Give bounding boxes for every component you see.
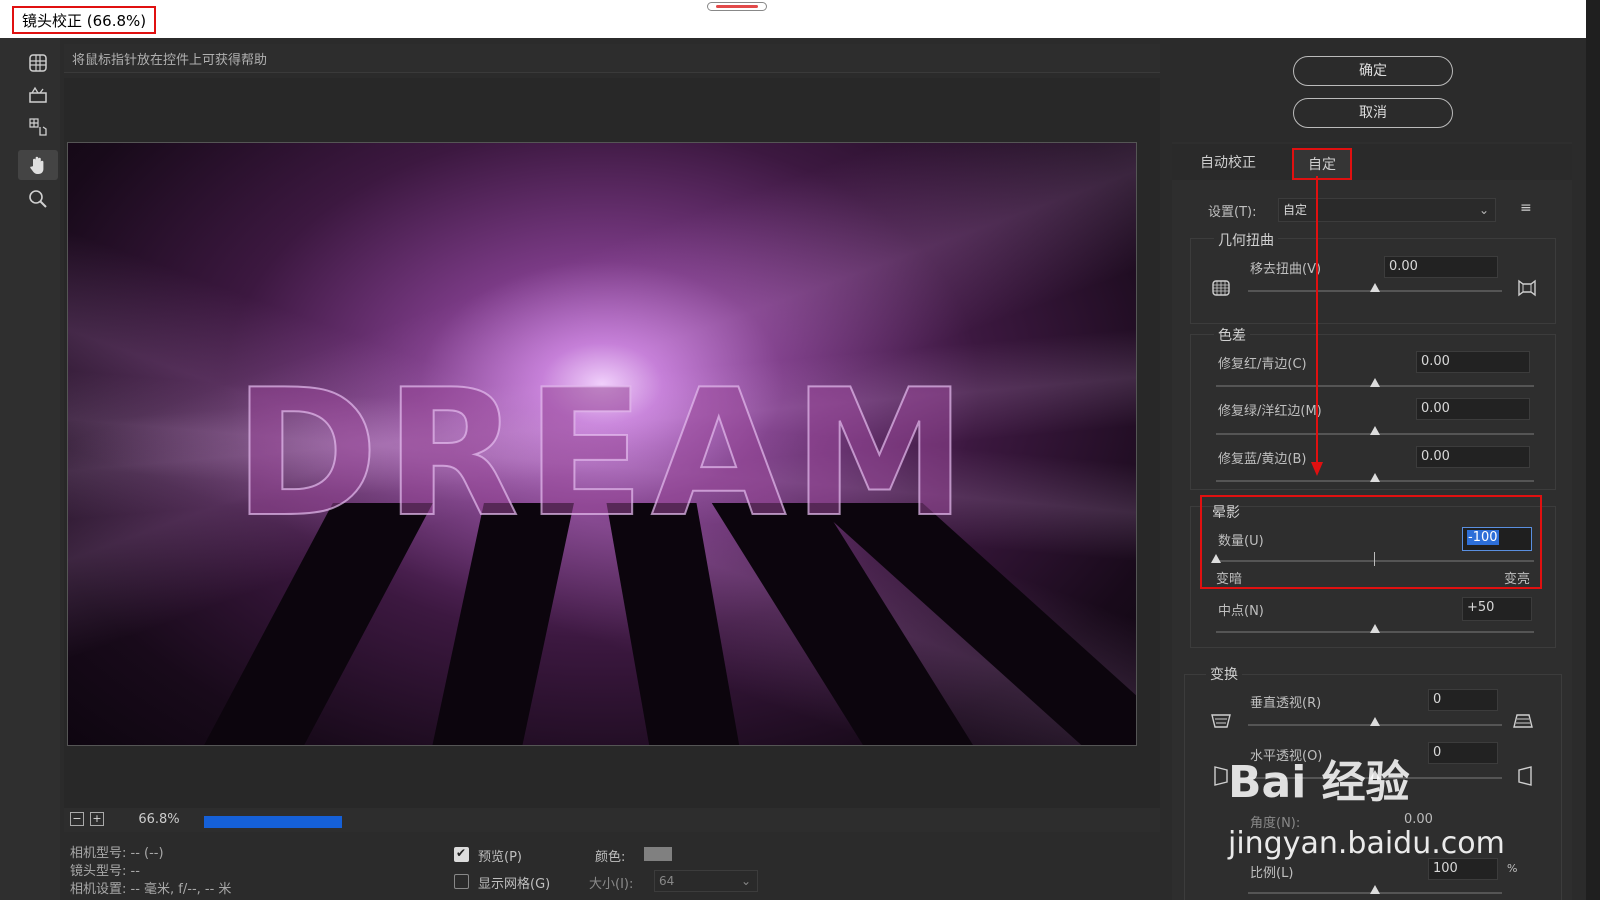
grid-color-swatch[interactable] xyxy=(644,847,672,861)
horizontal-perspective-input[interactable]: 0 xyxy=(1428,742,1498,764)
fix-red-cyan-input[interactable]: 0.00 xyxy=(1416,351,1530,373)
fix-red-cyan-label: 修复红/青边(C) xyxy=(1218,357,1307,372)
preview-checkbox[interactable] xyxy=(454,846,469,862)
title-bar: 镜头校正 (66.8%) xyxy=(0,0,1586,38)
grid-size-select[interactable]: 64 ⌄ xyxy=(654,870,758,892)
baidu-watermark-url: jingyan.baidu.com xyxy=(1228,826,1505,861)
vignette-title: 晕影 xyxy=(1212,505,1240,521)
midpoint-thumb[interactable] xyxy=(1370,624,1380,633)
window-title: 镜头校正 (66.8%) xyxy=(12,6,157,34)
scale-thumb[interactable] xyxy=(1370,885,1380,894)
tool-strip xyxy=(0,38,60,900)
cancel-button[interactable]: 取消 xyxy=(1293,98,1453,128)
annotation-arrow-line xyxy=(1316,176,1318,466)
zoom-bar: − + 66.8% ⌄ xyxy=(64,808,1160,832)
straighten-tool-icon[interactable] xyxy=(18,80,58,110)
camera-model: 相机型号: -- (--) xyxy=(70,846,164,861)
show-grid-checkbox[interactable] xyxy=(454,874,469,889)
scale-input[interactable]: 100 xyxy=(1428,858,1498,880)
remove-distortion-thumb[interactable] xyxy=(1370,283,1380,292)
vertical-perspective-input[interactable]: 0 xyxy=(1428,689,1498,711)
settings-value: 自定 xyxy=(1283,203,1308,217)
move-grid-tool-icon[interactable] xyxy=(18,112,58,142)
zoom-value[interactable]: 66.8% xyxy=(124,810,194,829)
size-label: 大小(I): xyxy=(589,877,634,892)
dream-text: DREAM xyxy=(232,352,973,557)
settings-select[interactable]: 自定 ⌄ xyxy=(1278,198,1496,222)
zoom-in-button[interactable]: + xyxy=(90,812,104,826)
chevron-down-icon: ⌄ xyxy=(740,874,751,888)
annotation-arrow-head xyxy=(1311,462,1323,476)
vignette-amount-thumb[interactable] xyxy=(1211,554,1221,563)
horizontal-perspective-right-icon[interactable] xyxy=(1516,765,1534,791)
geometry-group xyxy=(1190,238,1556,324)
vignette-amount-input[interactable]: -100 xyxy=(1462,527,1532,551)
remove-distortion-label: 移去扭曲(V) xyxy=(1250,262,1322,277)
angle-value[interactable]: 0.00 xyxy=(1404,812,1433,827)
lighten-label: 变亮 xyxy=(1504,572,1531,587)
preview-image[interactable]: DREAM xyxy=(67,142,1137,746)
zoom-tool-icon[interactable] xyxy=(18,184,58,214)
baidu-watermark: Bai 经验 xyxy=(1228,757,1410,808)
vignette-amount-value: -100 xyxy=(1467,530,1499,545)
fix-blue-yellow-thumb[interactable] xyxy=(1370,473,1380,482)
color-label: 颜色: xyxy=(595,850,626,865)
vertical-perspective-thumb[interactable] xyxy=(1370,717,1380,726)
vignette-amount-slider[interactable] xyxy=(1216,560,1534,562)
vignette-amount-label: 数量(U) xyxy=(1218,534,1264,549)
settings-menu-icon[interactable]: ≡ xyxy=(1520,200,1532,216)
slider-center-mark xyxy=(1374,552,1375,566)
hand-tool-icon[interactable] xyxy=(18,150,58,180)
geometry-title: 几何扭曲 xyxy=(1214,230,1278,250)
vertical-perspective-label: 垂直透视(R) xyxy=(1250,696,1322,711)
remove-distortion-input[interactable]: 0.00 xyxy=(1384,256,1498,278)
tab-custom[interactable]: 自定 xyxy=(1292,148,1352,180)
midpoint-input[interactable]: +50 xyxy=(1462,597,1532,621)
darken-label: 变暗 xyxy=(1216,572,1243,587)
chevron-down-icon: ⌄ xyxy=(1478,203,1489,217)
help-bar: 将鼠标指针放在控件上可获得帮助 xyxy=(64,44,1160,73)
tab-bar: 自动校正 自定 xyxy=(1172,144,1572,180)
pincushion-icon[interactable] xyxy=(1211,279,1231,301)
progress-bar xyxy=(204,816,342,828)
ok-button[interactable]: 确定 xyxy=(1293,56,1453,86)
lens-model: 镜头型号: -- xyxy=(70,864,140,879)
show-grid-label: 显示网格(G) xyxy=(478,877,551,892)
scale-unit: % xyxy=(1507,862,1518,875)
scale-label: 比例(L) xyxy=(1250,866,1294,881)
tab-auto-correction[interactable]: 自动校正 xyxy=(1186,148,1270,180)
chromatic-title: 色差 xyxy=(1214,325,1250,345)
zoom-out-button[interactable]: − xyxy=(70,812,84,826)
fix-blue-yellow-input[interactable]: 0.00 xyxy=(1416,446,1530,468)
vertical-perspective-left-icon[interactable] xyxy=(1210,712,1232,734)
fix-blue-yellow-label: 修复蓝/黄边(B) xyxy=(1218,452,1307,467)
fix-green-magenta-label: 修复绿/洋红边(M) xyxy=(1218,404,1322,419)
grid-size-value: 64 xyxy=(659,874,675,888)
fix-green-magenta-input[interactable]: 0.00 xyxy=(1416,398,1530,420)
help-text: 将鼠标指针放在控件上可获得帮助 xyxy=(72,53,268,68)
midpoint-label: 中点(N) xyxy=(1218,604,1264,619)
fix-green-magenta-thumb[interactable] xyxy=(1370,426,1380,435)
preview-label: 预览(P) xyxy=(478,850,522,865)
remove-distortion-tool-icon[interactable] xyxy=(18,48,58,78)
fix-red-cyan-thumb[interactable] xyxy=(1370,378,1380,387)
vertical-perspective-right-icon[interactable] xyxy=(1512,712,1534,734)
transform-title: 变换 xyxy=(1206,664,1242,684)
camera-settings: 相机设置: -- 毫米, f/--, -- 米 xyxy=(70,882,232,897)
settings-label: 设置(T): xyxy=(1208,205,1257,220)
right-edge-scrollbar[interactable] xyxy=(1586,0,1600,900)
window-drag-handle[interactable] xyxy=(707,2,767,11)
barrel-icon[interactable] xyxy=(1517,279,1537,301)
